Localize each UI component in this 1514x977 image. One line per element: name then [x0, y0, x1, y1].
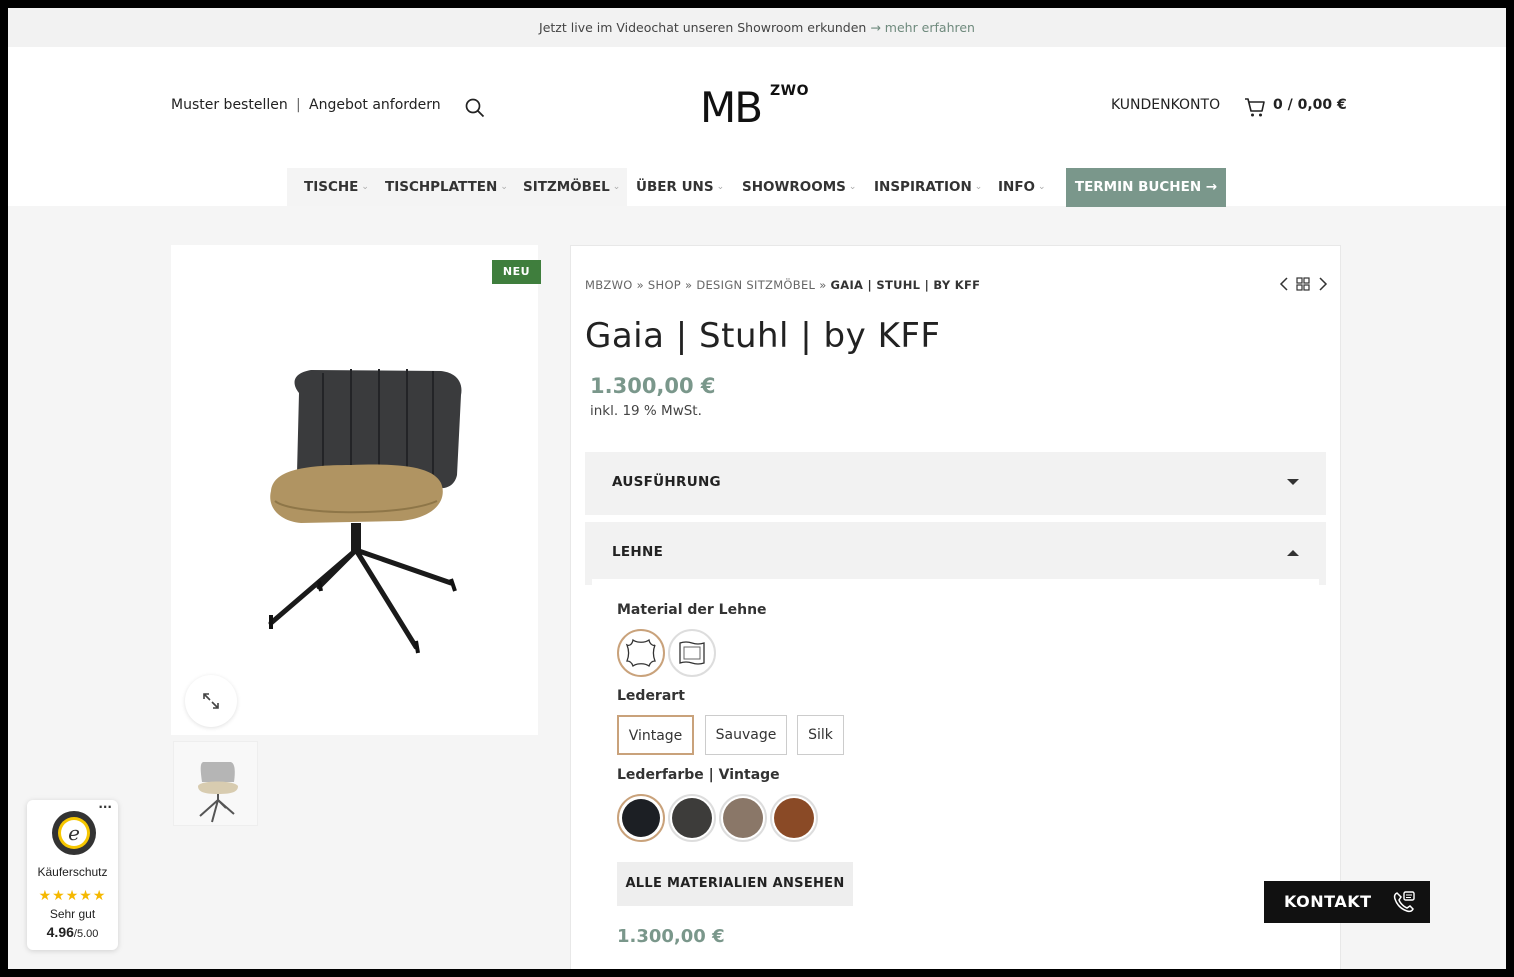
color-fill	[672, 798, 712, 838]
svg-text:e: e	[68, 821, 80, 845]
breadcrumb-home[interactable]: MBZWO	[585, 278, 633, 292]
chevron-down-icon: ⌄	[612, 182, 621, 192]
breadcrumb-category[interactable]: DESIGN SITZMÖBEL	[696, 278, 815, 292]
search-icon[interactable]	[465, 98, 485, 118]
chevron-down-icon: ⌄	[848, 182, 857, 192]
thumbnail[interactable]	[173, 741, 258, 826]
header-separator: |	[296, 97, 301, 113]
book-appointment-button[interactable]: TERMIN BUCHEN →	[1066, 168, 1226, 207]
nav-label: SHOWROOMS	[742, 179, 846, 195]
accordion-title: LEHNE	[612, 544, 664, 560]
phone-chat-icon	[1393, 891, 1415, 913]
fabric-material-option[interactable]	[668, 629, 716, 677]
cart-summary[interactable]: 0 / 0,00 €	[1273, 97, 1347, 113]
nav-item-info[interactable]: INFO ⌄	[998, 168, 1046, 206]
chevron-down-icon: ⌄	[500, 182, 508, 192]
breadcrumb-current: GAIA | STUHL | BY KFF	[830, 278, 981, 292]
nav-item-ueber-uns[interactable]: ÜBER UNS ⌄	[636, 168, 724, 206]
product-image[interactable]	[171, 245, 538, 735]
score-value: 4.96	[46, 924, 74, 940]
nav-item-showrooms[interactable]: SHOWROOMS ⌄	[742, 168, 856, 206]
expand-icon	[203, 693, 219, 709]
breadcrumb-shop[interactable]: SHOP	[648, 278, 681, 292]
nav-label: SITZMÖBEL	[523, 179, 610, 195]
chevron-left-icon[interactable]	[1278, 276, 1290, 292]
leather-hide-icon	[625, 638, 656, 668]
announcement-link[interactable]: → mehr erfahren	[870, 20, 975, 35]
accordion-title: AUSFÜHRUNG	[612, 474, 721, 490]
nav-label: INFO	[998, 179, 1036, 195]
product-price: 1.300,00 €	[590, 374, 716, 398]
breadcrumb-sep: »	[685, 278, 693, 292]
leather-type-sauvage[interactable]: Sauvage	[705, 715, 787, 755]
configured-price: 1.300,00 €	[617, 926, 725, 947]
site-header: Muster bestellen | Angebot anfordern MB …	[8, 47, 1506, 206]
page-frame: Jetzt live im Videochat unseren Showroom…	[8, 8, 1506, 969]
fabric-icon	[679, 641, 705, 665]
trusted-shops-seal-icon: e	[52, 811, 96, 855]
announcement-text: Jetzt live im Videochat unseren Showroom…	[539, 20, 867, 35]
nav-label: TISCHE	[304, 179, 359, 195]
chair-image	[268, 369, 462, 654]
buyer-protection-label: Käuferschutz	[37, 865, 108, 879]
request-quote-link[interactable]: Angebot anfordern	[309, 97, 441, 113]
score-max: /5.00	[73, 928, 99, 940]
nav-item-inspiration[interactable]: INSPIRATION ⌄	[874, 168, 982, 206]
zoom-button[interactable]	[185, 675, 237, 727]
trusted-shops-badge[interactable]: ··· e Käuferschutz ★★★★★ Sehr gut 4.96/5…	[27, 800, 118, 950]
new-badge: NEU	[492, 260, 541, 284]
leather-material-option[interactable]	[617, 629, 665, 677]
chevron-down-icon: ⌄	[974, 182, 983, 192]
chair-thumbnail-image	[198, 762, 238, 823]
color-fill	[723, 798, 763, 838]
caret-down-icon	[1287, 479, 1299, 485]
rating-stars-icon: ★★★★★	[38, 888, 107, 904]
view-all-materials-button[interactable]: ALLE MATERIALIEN ANSEHEN	[617, 862, 853, 906]
chevron-right-icon[interactable]	[1317, 276, 1329, 292]
contact-button[interactable]: KONTAKT	[1264, 881, 1430, 923]
nav-item-tischplatten[interactable]: TISCHPLATTEN ⌄	[385, 168, 508, 206]
cart-icon[interactable]	[1244, 96, 1266, 118]
menu-dots-icon[interactable]: ···	[98, 800, 112, 814]
tax-note: inkl. 19 % MwSt.	[590, 403, 702, 419]
rating-text: Sehr gut	[49, 907, 96, 921]
chevron-down-icon: ⌄	[716, 182, 725, 192]
nav-item-sitzmoebel[interactable]: SITZMÖBEL ⌄	[523, 168, 620, 206]
product-title: Gaia | Stuhl | by KFF	[585, 316, 941, 356]
grid-icon[interactable]	[1296, 277, 1310, 291]
nav-item-tische[interactable]: TISCHE ⌄	[304, 168, 369, 206]
color-fill	[774, 798, 814, 838]
color-swatch-cognac[interactable]	[770, 794, 818, 842]
nav-label: INSPIRATION	[874, 179, 972, 195]
customer-account-link[interactable]: KUNDENKONTO	[1111, 97, 1220, 113]
announcement-bar: Jetzt live im Videochat unseren Showroom…	[8, 8, 1506, 47]
chevron-down-icon: ⌄	[361, 182, 369, 192]
logo-superscript: ZWO	[770, 83, 809, 99]
color-swatch-black[interactable]	[617, 794, 665, 842]
leather-type-silk[interactable]: Silk	[797, 715, 844, 755]
leather-type-vintage[interactable]: Vintage	[617, 715, 694, 755]
contact-label: KONTAKT	[1284, 892, 1372, 911]
color-swatch-taupe[interactable]	[719, 794, 767, 842]
nav-label: ÜBER UNS	[636, 179, 714, 195]
site-logo[interactable]: MB ZWO	[700, 83, 812, 132]
breadcrumb-sep: »	[819, 278, 827, 292]
breadcrumb: MBZWO » SHOP » DESIGN SITZMÖBEL » GAIA |…	[585, 278, 980, 292]
material-label: Material der Lehne	[617, 602, 767, 618]
chevron-down-icon: ⌄	[1038, 182, 1046, 192]
accordion-ausfuehrung[interactable]: AUSFÜHRUNG	[585, 452, 1326, 515]
color-swatch-anthracite[interactable]	[668, 794, 716, 842]
logo-text: MB	[700, 83, 763, 132]
leather-color-label: Lederfarbe | Vintage	[617, 767, 780, 783]
breadcrumb-sep: »	[636, 278, 644, 292]
leather-type-label: Lederart	[617, 688, 685, 704]
color-fill	[622, 799, 660, 837]
nav-label: TISCHPLATTEN	[385, 179, 498, 195]
rating-score: 4.96/5.00	[27, 924, 118, 940]
caret-up-icon	[1287, 550, 1299, 556]
accordion-lehne[interactable]: LEHNE	[585, 522, 1326, 585]
order-samples-link[interactable]: Muster bestellen	[171, 97, 288, 113]
